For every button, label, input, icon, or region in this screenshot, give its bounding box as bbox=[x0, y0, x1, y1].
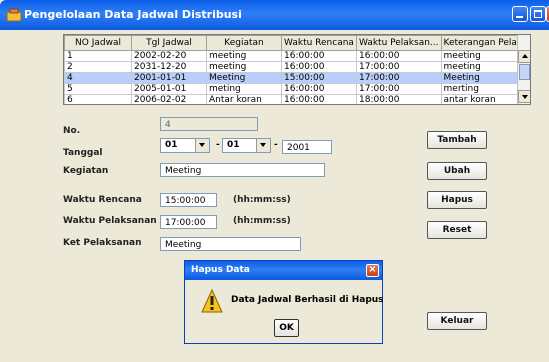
tambah-button[interactable]: Tambah bbox=[427, 131, 487, 149]
column-header[interactable]: NO Jadwal bbox=[64, 35, 132, 51]
table-cell: 2002-02-20 bbox=[131, 50, 207, 62]
column-header[interactable]: Keterangan Pela... bbox=[440, 35, 529, 51]
table-cell: 16:00:00 bbox=[281, 50, 357, 62]
table-cell: 2031-12-20 bbox=[131, 61, 207, 73]
scroll-up-arrow-icon[interactable] bbox=[518, 50, 530, 63]
day-select[interactable]: 01 bbox=[160, 138, 210, 153]
ubah-button[interactable]: Ubah bbox=[427, 162, 487, 180]
kegiatan-field[interactable]: Meeting bbox=[160, 163, 325, 177]
table-row[interactable]: 1 2002-02-20 meeting 16:00:00 16:00:00 m… bbox=[64, 50, 529, 62]
reset-button[interactable]: Reset bbox=[427, 221, 487, 239]
table-cell: merting bbox=[440, 83, 529, 95]
chevron-down-icon[interactable] bbox=[256, 139, 270, 152]
date-separator: - bbox=[216, 140, 220, 150]
hapus-data-dialog: Hapus Data × Data Jadwal Berhasil di Hap… bbox=[184, 260, 384, 344]
column-header[interactable]: Kegiatan bbox=[206, 35, 282, 51]
column-header[interactable]: Tgl Jadwal bbox=[131, 35, 207, 51]
month-select[interactable]: 01 bbox=[222, 138, 271, 153]
ket-pelaksanan-label: Ket Pelaksanan bbox=[63, 238, 142, 248]
table-cell: 17:00:00 bbox=[356, 83, 442, 95]
table-header: NO Jadwal Tgl Jadwal Kegiatan Waktu Renc… bbox=[64, 35, 529, 51]
keluar-button[interactable]: Keluar bbox=[427, 312, 487, 330]
table-cell: 2001-01-01 bbox=[131, 72, 207, 84]
table-row[interactable]: 5 2005-01-01 meting 16:00:00 17:00:00 me… bbox=[64, 83, 529, 95]
table-cell: 17:00:00 bbox=[356, 61, 442, 73]
table-cell: 6 bbox=[64, 94, 132, 104]
table-cell: 16:00:00 bbox=[281, 61, 357, 73]
column-header[interactable]: Waktu Rencana bbox=[281, 35, 357, 51]
waktu-pelaksanan-hint: (hh:mm:ss) bbox=[233, 216, 291, 226]
month-value: 01 bbox=[227, 140, 240, 150]
table-cell: 5 bbox=[64, 83, 132, 95]
hapus-button[interactable]: Hapus bbox=[427, 191, 487, 209]
table-cell: meeting bbox=[206, 50, 282, 62]
dialog-message: Data Jadwal Berhasil di Hapus bbox=[231, 295, 384, 305]
warning-icon bbox=[201, 288, 223, 313]
table-row[interactable]: 6 2006-02-02 Antar koran 16:00:00 18:00:… bbox=[64, 94, 529, 104]
no-field: 4 bbox=[160, 117, 258, 131]
day-value: 01 bbox=[165, 140, 178, 150]
table-cell: Meeting bbox=[440, 72, 529, 84]
kegiatan-label: Kegiatan bbox=[63, 166, 109, 176]
table-cell: meeting bbox=[206, 61, 282, 73]
year-field[interactable]: 2001 bbox=[282, 140, 332, 154]
waktu-rencana-field[interactable]: 15:00:00 bbox=[160, 193, 217, 207]
minimize-button[interactable] bbox=[512, 6, 528, 22]
table-cell: 16:00:00 bbox=[281, 83, 357, 95]
maximize-button[interactable] bbox=[530, 6, 546, 22]
table-cell: 2 bbox=[64, 61, 132, 73]
table-cell: 4 bbox=[64, 72, 132, 84]
dialog-title-bar[interactable]: Hapus Data × bbox=[185, 261, 382, 280]
table-cell: Antar koran bbox=[206, 94, 282, 104]
waktu-rencana-hint: (hh:mm:ss) bbox=[233, 195, 291, 205]
table-row[interactable]: 2 2031-12-20 meeting 16:00:00 17:00:00 m… bbox=[64, 61, 529, 73]
chevron-down-icon[interactable] bbox=[195, 139, 209, 152]
table-scrollbar[interactable] bbox=[517, 35, 530, 104]
scroll-down-arrow-icon[interactable] bbox=[518, 90, 530, 103]
main-window: Pengelolaan Data Jadwal Distribusi NO Ja… bbox=[0, 0, 549, 362]
waktu-pelaksanan-label: Waktu Pelaksanan bbox=[63, 216, 157, 226]
waktu-rencana-label: Waktu Rencana bbox=[63, 195, 142, 205]
table-cell: 15:00:00 bbox=[281, 72, 357, 84]
tanggal-label: Tanggal bbox=[63, 148, 103, 158]
no-label: No. bbox=[63, 126, 81, 136]
window-title: Pengelolaan Data Jadwal Distribusi bbox=[24, 8, 242, 21]
app-icon bbox=[6, 8, 22, 22]
dialog-title: Hapus Data bbox=[191, 265, 250, 275]
table-cell: 2005-01-01 bbox=[131, 83, 207, 95]
table-cell: meeting bbox=[440, 61, 529, 73]
table-cell: 1 bbox=[64, 50, 132, 62]
table-cell: antar koran bbox=[440, 94, 529, 104]
ket-pelaksanan-field[interactable]: Meeting bbox=[160, 237, 301, 251]
ok-button[interactable]: OK bbox=[274, 319, 299, 337]
table-cell: meting bbox=[206, 83, 282, 95]
dialog-close-icon[interactable]: × bbox=[366, 264, 379, 277]
table-cell: 2006-02-02 bbox=[131, 94, 207, 104]
table-cell: 16:00:00 bbox=[281, 94, 357, 104]
scroll-thumb[interactable] bbox=[519, 64, 530, 80]
table-cell: 17:00:00 bbox=[356, 72, 442, 84]
table-row-selected[interactable]: 4 2001-01-01 Meeting 15:00:00 17:00:00 M… bbox=[64, 72, 529, 84]
table-cell: Meeting bbox=[206, 72, 282, 84]
table-cell: 18:00:00 bbox=[356, 94, 442, 104]
date-separator: - bbox=[274, 140, 278, 150]
title-bar[interactable]: Pengelolaan Data Jadwal Distribusi bbox=[0, 0, 549, 30]
table-cell: 16:00:00 bbox=[356, 50, 442, 62]
table-cell: meeting bbox=[440, 50, 529, 62]
column-header[interactable]: Waktu Pelaksan... bbox=[356, 35, 442, 51]
waktu-pelaksanan-field[interactable]: 17:00:00 bbox=[160, 215, 217, 229]
schedule-table[interactable]: NO Jadwal Tgl Jadwal Kegiatan Waktu Renc… bbox=[63, 34, 531, 105]
